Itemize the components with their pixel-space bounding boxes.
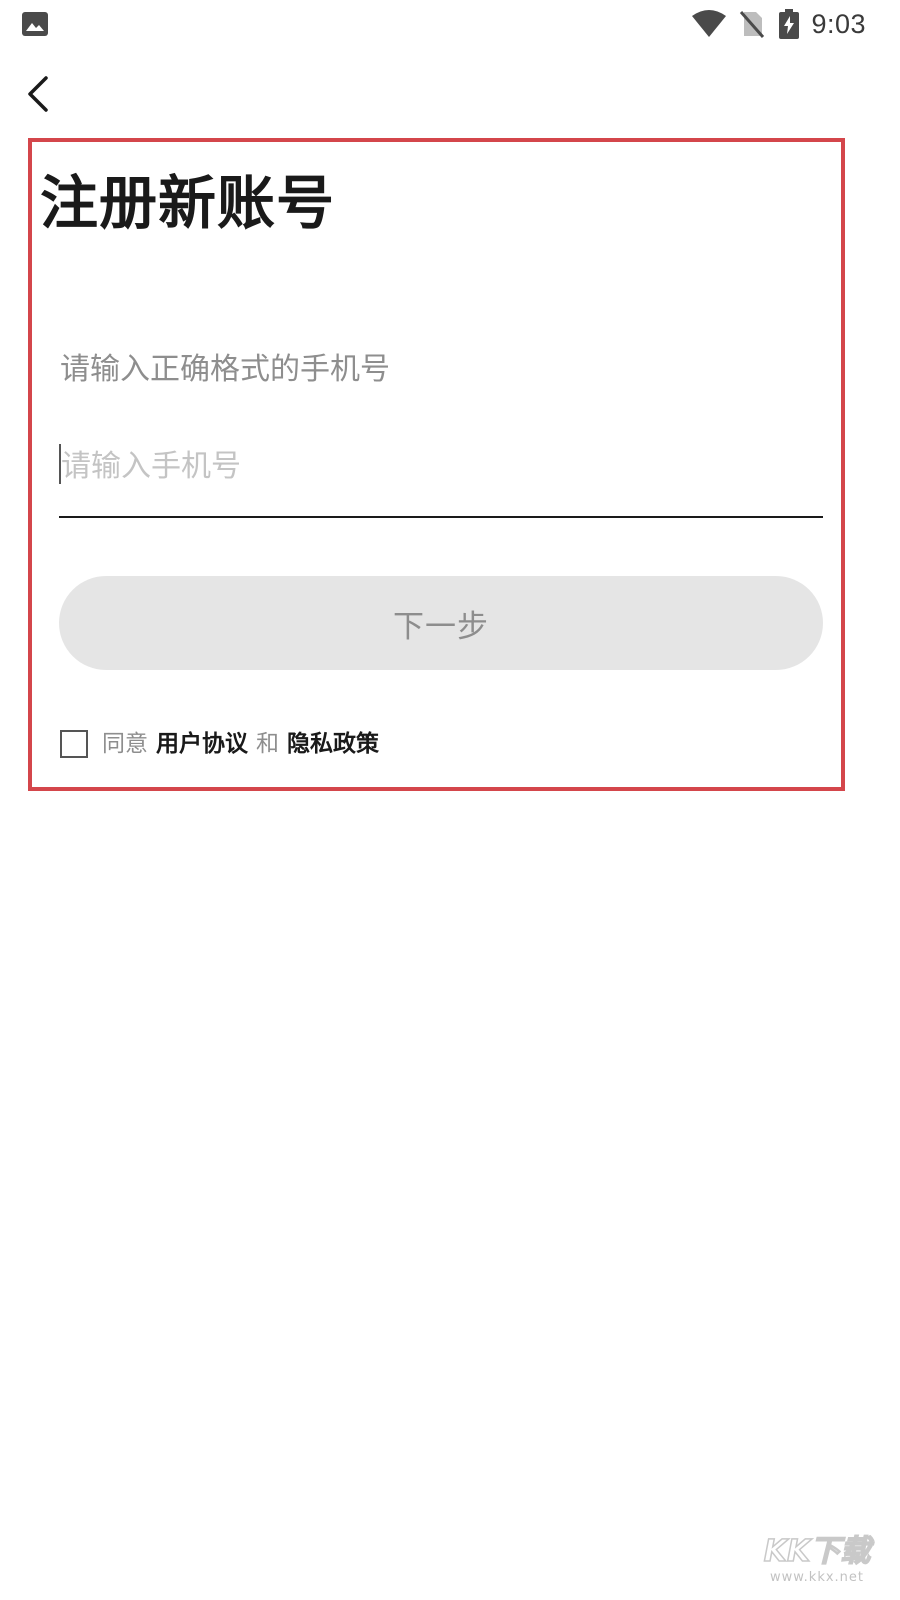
phone-field — [59, 438, 825, 518]
watermark-logo: KK下载 — [763, 1533, 871, 1570]
wifi-icon — [692, 10, 727, 37]
agreement-row: 同意 用户协议 和 隐私政策 — [60, 728, 379, 760]
gallery-icon — [22, 12, 48, 36]
next-step-button[interactable]: 下一步 — [59, 576, 823, 670]
watermark: KK下载 www.kkx.net — [752, 1533, 882, 1592]
and-label: 和 — [256, 731, 279, 757]
watermark-url: www.kkx.net — [769, 1570, 865, 1585]
status-icons: 9:03 — [691, 6, 866, 42]
page-title: 注册新账号 — [40, 169, 336, 237]
status-bar: 9:03 — [0, 0, 900, 48]
chevron-left-icon — [28, 76, 48, 112]
phone-format-hint: 请输入正确格式的手机号 — [60, 352, 390, 387]
phone-input[interactable] — [59, 438, 825, 494]
back-button[interactable] — [22, 74, 58, 114]
agree-label: 同意 — [102, 731, 148, 757]
battery-charging-icon — [779, 9, 800, 39]
status-time: 9:03 — [811, 8, 866, 39]
no-sim-icon — [740, 11, 765, 38]
register-screen: 9:03 注册新账号 请输入正确格式的手机号 下一步 同意 用户协议 和 隐私政… — [0, 0, 900, 1600]
text-caret — [59, 444, 61, 484]
agree-checkbox[interactable] — [60, 730, 88, 758]
user-agreement-link[interactable]: 用户协议 — [156, 728, 248, 760]
privacy-policy-link[interactable]: 隐私政策 — [287, 728, 379, 760]
